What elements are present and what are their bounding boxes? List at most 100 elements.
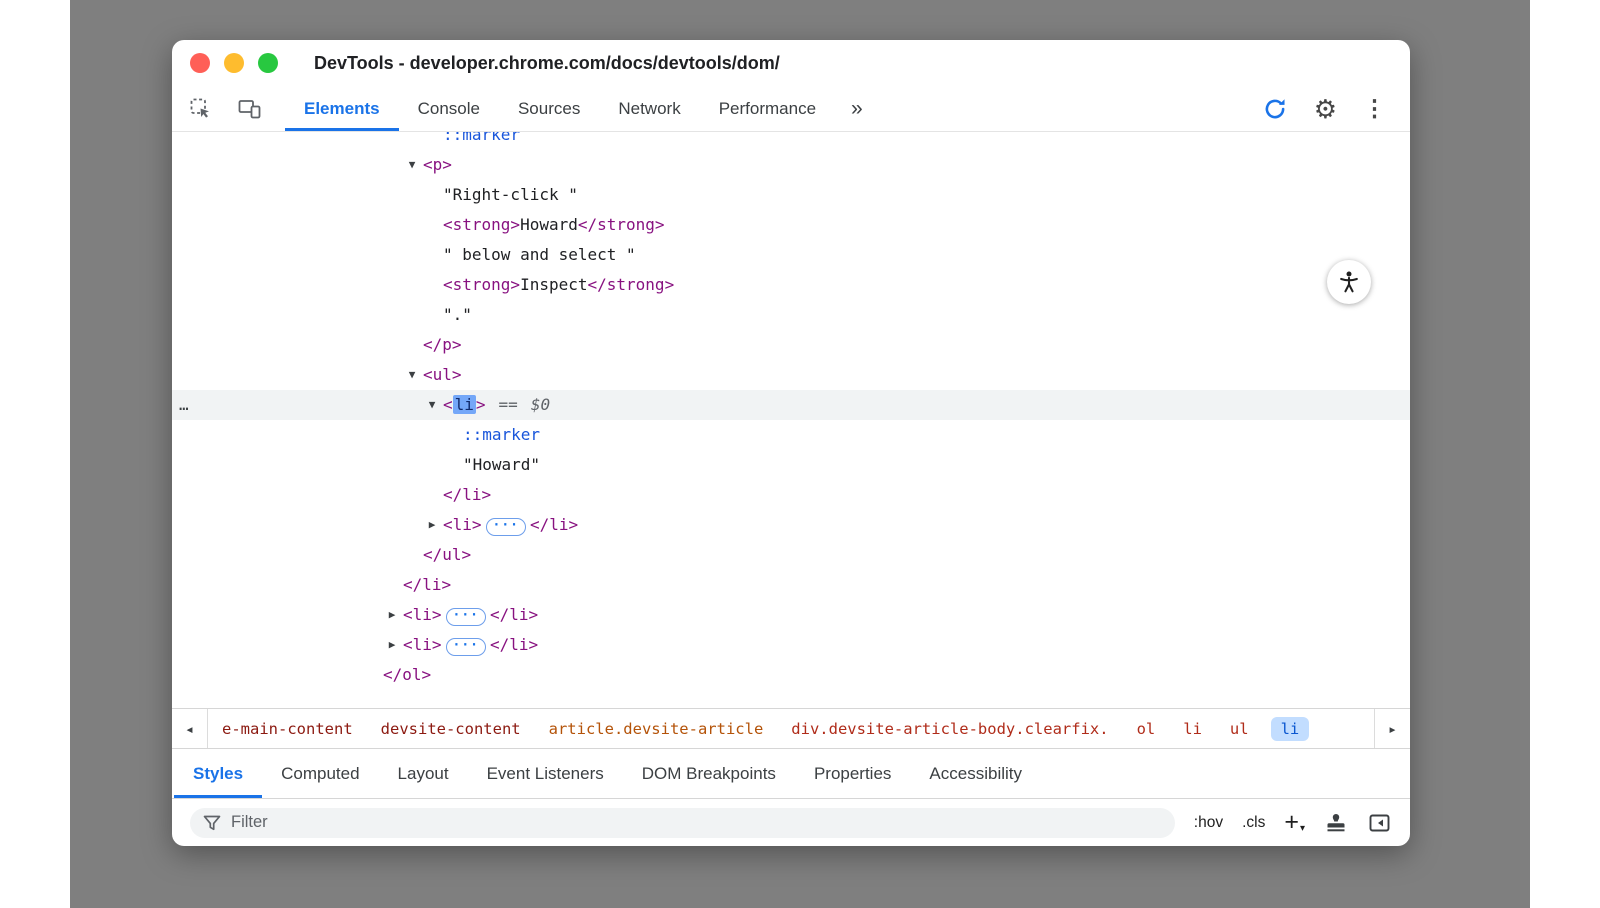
dom-tree-node[interactable]: </ul> [172,540,1410,570]
token-pseudo: ::marker [463,425,540,444]
inline-expand-button[interactable]: ··· [446,638,486,656]
dom-tree-node[interactable]: …▼<li>==$0 [172,390,1410,420]
titlebar: DevTools - developer.chrome.com/docs/dev… [172,40,1410,86]
close-button[interactable] [190,53,210,73]
dom-tree-node[interactable]: <strong>Inspect</strong> [172,270,1410,300]
styles-filter-input[interactable] [231,813,1163,832]
token-tag: </ol> [383,665,431,684]
breadcrumb-scroll-left-button[interactable]: ◂ [172,709,208,748]
sidebar-tab-properties[interactable]: Properties [795,749,910,798]
dom-tree-node[interactable]: ▶<li>···</li> [172,600,1410,630]
breadcrumb-item[interactable]: li [1271,717,1310,741]
token-text: " below and select " [443,245,636,264]
tab-console[interactable]: Console [399,86,499,131]
breadcrumb-items: e-main-contentdevsite-contentarticle.dev… [208,717,1374,741]
sidebar-tab-computed[interactable]: Computed [262,749,378,798]
tab-elements[interactable]: Elements [285,86,399,131]
tree-expand-arrow[interactable]: ▼ [403,360,421,390]
stamp-tool-icon[interactable] [1324,811,1348,835]
breadcrumb-item[interactable]: ul [1216,717,1263,741]
tree-expand-arrow[interactable]: ▶ [383,630,401,660]
node-overflow-menu[interactable]: … [179,390,190,420]
token-tag: </strong> [588,275,675,294]
token-tag: < [443,395,453,414]
sidebar-tab-event-listeners[interactable]: Event Listeners [468,749,623,798]
window-title: DevTools - developer.chrome.com/docs/dev… [314,53,780,74]
breadcrumb-item[interactable]: ol [1123,717,1170,741]
dom-tree-node[interactable]: ::marker [172,420,1410,450]
token-text: "Right-click " [443,185,578,204]
breadcrumb-item[interactable]: li [1169,717,1216,741]
breadcrumb-item[interactable]: devsite-content [367,717,535,741]
token-tag: <strong> [443,215,520,234]
dom-tree-node[interactable]: ▼<ul> [172,360,1410,390]
device-toolbar-icon[interactable] [238,99,261,119]
dom-tree-node[interactable]: </li> [172,570,1410,600]
toggle-element-state-button[interactable]: :hov [1194,814,1223,832]
dom-tree-node[interactable]: </ol> [172,660,1410,690]
sync-extension-icon[interactable] [1262,96,1288,122]
dom-tree-node[interactable]: "Howard" [172,450,1410,480]
dom-tree-node[interactable]: </p> [172,330,1410,360]
breadcrumb-item[interactable]: e-main-content [208,717,367,741]
sidebar-tab-accessibility[interactable]: Accessibility [910,749,1041,798]
token-dollar: $0 [531,395,550,414]
token-tag: </li> [490,605,538,624]
dom-tree-node[interactable]: ::marker [172,132,1410,150]
token-tag: <li> [443,515,482,534]
tab-network[interactable]: Network [599,86,699,131]
dom-tree: ::marker▼<p>"Right-click "<strong>Howard… [172,132,1410,690]
dom-tree-node[interactable]: ▶<li>···</li> [172,510,1410,540]
dom-tree-node[interactable]: ▶<li>···</li> [172,630,1410,660]
inline-expand-button[interactable]: ··· [446,608,486,626]
tab-sources[interactable]: Sources [499,86,599,131]
dom-tree-node[interactable]: <strong>Howard</strong> [172,210,1410,240]
token-tag: </li> [530,515,578,534]
token-tag: </li> [403,575,451,594]
breadcrumb-item[interactable]: article.devsite-article [535,717,778,741]
dom-tree-node[interactable]: "Right-click " [172,180,1410,210]
breadcrumb-scroll-right-button[interactable]: ▸ [1374,709,1410,748]
token-text: "Howard" [463,455,540,474]
styles-section-tabs: StylesComputedLayoutEvent ListenersDOM B… [172,748,1410,798]
tree-expand-arrow[interactable]: ▶ [423,510,441,540]
settings-gear-icon[interactable]: ⚙ [1314,96,1337,122]
dom-tree-node[interactable]: " below and select " [172,240,1410,270]
dom-tree-node[interactable]: </li> [172,480,1410,510]
breadcrumb-item[interactable]: div.devsite-article-body.clearfix. [777,717,1122,741]
token-tag: <strong> [443,275,520,294]
token-eq: == [499,395,518,414]
toolbar-right: ⚙ ⋮ [1262,86,1410,131]
element-classes-button[interactable]: .cls [1242,814,1265,832]
dom-tree-node[interactable]: "." [172,300,1410,330]
tree-expand-arrow[interactable]: ▼ [403,150,421,180]
zoom-button[interactable] [258,53,278,73]
tree-expand-arrow[interactable]: ▼ [423,390,441,420]
accessibility-overlay-button[interactable] [1327,260,1371,304]
chevron-down-icon: ▾ [1300,823,1305,834]
sidebar-tab-dom-breakpoints[interactable]: DOM Breakpoints [623,749,795,798]
tab-performance[interactable]: Performance [700,86,835,131]
token-tag: </p> [423,335,462,354]
dom-tree-node[interactable]: ▼<p> [172,150,1410,180]
inspect-element-icon[interactable] [190,98,212,120]
devtools-window: DevTools - developer.chrome.com/docs/dev… [172,40,1410,846]
dock-sidebar-icon[interactable] [1367,811,1392,835]
styles-filter-bar: :hov .cls + ▾ [172,798,1410,846]
kebab-menu-icon[interactable]: ⋮ [1363,97,1386,120]
more-tabs-icon[interactable]: » [835,86,879,131]
token-taghl: li [453,395,476,414]
inline-expand-button[interactable]: ··· [486,518,526,536]
minimize-button[interactable] [224,53,244,73]
sidebar-tab-styles[interactable]: Styles [174,749,262,798]
token-tag: <ul> [423,365,462,384]
filter-field[interactable] [190,808,1175,838]
plus-icon: + [1284,810,1299,835]
new-style-rule-button[interactable]: + ▾ [1284,810,1305,835]
token-tag: </li> [490,635,538,654]
sidebar-tab-layout[interactable]: Layout [379,749,468,798]
breadcrumb-bar: ◂ e-main-contentdevsite-contentarticle.d… [172,708,1410,748]
tree-expand-arrow[interactable]: ▶ [383,600,401,630]
token-text: Howard [520,215,578,234]
window-controls [190,53,292,73]
